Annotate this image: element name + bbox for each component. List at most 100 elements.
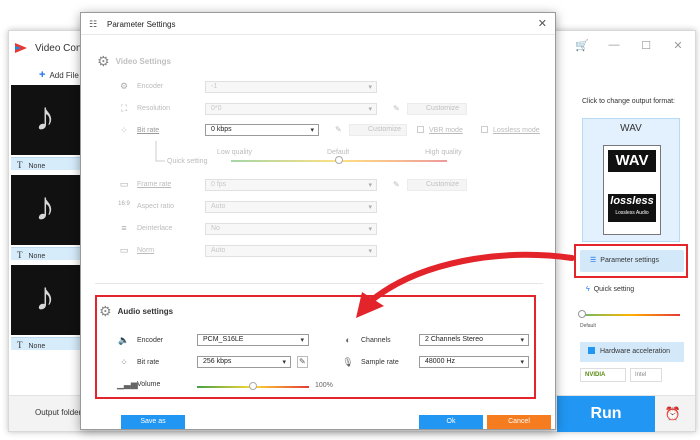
format-name: WAV [620, 123, 642, 134]
framerate-customize-button[interactable]: Customize [407, 179, 467, 191]
audio-encoder-select[interactable]: PCM_S16LE [197, 334, 309, 346]
lightning-icon: ϟ [586, 286, 590, 293]
video-encoder-select[interactable]: -1 [205, 81, 377, 93]
alarm-clock-icon[interactable]: ⏰ [665, 406, 681, 422]
sample-rate-select[interactable]: 48000 Hz [419, 356, 529, 368]
aspect-ratio-label: Aspect ratio [137, 203, 174, 210]
hardware-acceleration-label: Hardware acceleration [600, 348, 671, 355]
cart-icon[interactable]: 🛒 [575, 39, 589, 52]
parameter-settings-dialog: ☷ Parameter Settings ✕ ⚙ Video Settings ⚙… [80, 12, 556, 430]
framerate-select[interactable]: 0 fps [205, 179, 377, 191]
pencil-icon[interactable]: ✎ [297, 356, 308, 368]
ok-button[interactable]: Ok [419, 415, 483, 429]
lossless-logo-text: lossless [610, 195, 654, 207]
pencil-icon: ✎ [335, 125, 342, 134]
high-quality-label: High quality [425, 149, 462, 156]
dialog-title: Parameter Settings [107, 20, 176, 29]
add-files-button[interactable]: + Add File [39, 69, 79, 81]
channels-select[interactable]: 2 Channels Stereo [419, 334, 529, 346]
lossless-badge: lossless Lossless Audio [608, 194, 656, 222]
slider-knob[interactable] [249, 382, 257, 390]
output-folder-label: Output folder: [35, 408, 84, 417]
channels-label: Channels [361, 337, 391, 344]
checkbox-icon [588, 347, 595, 354]
quick-setting-toggle[interactable]: ϟ Quick setting [586, 286, 634, 293]
cancel-button[interactable]: Cancel [487, 415, 551, 429]
default-quality-label: Default [327, 149, 350, 156]
format-badge: WAV [608, 150, 656, 172]
quality-slider[interactable] [578, 310, 680, 318]
deinterlace-label: Deinterlace [137, 225, 173, 232]
audio-settings-label: Audio settings [117, 307, 174, 316]
bitrate-icon: ⁘ [120, 357, 128, 367]
bitrate-label: Bit rate [137, 127, 160, 134]
deinterlace-icon: ≡ [121, 223, 127, 233]
subtitle-selector[interactable]: T None [11, 337, 89, 350]
resolution-select[interactable]: 0*0 [205, 103, 377, 115]
file-thumbnail[interactable]: ♪ [11, 85, 89, 155]
encoder-icon: ⚙ [119, 81, 129, 91]
run-button[interactable]: Run [557, 396, 655, 432]
music-note-icon: ♪ [35, 275, 55, 319]
slider-knob[interactable] [578, 310, 586, 318]
volume-bars-icon: ▁▃▅ [117, 379, 138, 389]
norm-select[interactable]: Auto [205, 245, 377, 257]
video-bitrate-select[interactable]: 0 kbps [205, 124, 319, 136]
subtitle-selector[interactable]: T None [11, 157, 89, 170]
audio-gear-icon: ⚙ [99, 303, 112, 319]
dialog-close-icon[interactable]: ✕ [538, 17, 547, 30]
settings-sliders-icon: ☷ [89, 19, 98, 29]
minimize-icon[interactable]: — [607, 39, 621, 52]
bitrate-customize-button[interactable]: Customize [349, 124, 407, 136]
text-icon: T [17, 340, 23, 350]
parameter-settings-button[interactable]: ☰ Parameter settings [580, 250, 684, 272]
subtitle-selector[interactable]: T None [11, 247, 89, 260]
volume-slider[interactable] [197, 382, 309, 390]
volume-value: 100% [315, 382, 333, 389]
lossless-sub-text: Lossless Audio [615, 210, 649, 216]
music-note-icon: ♪ [35, 185, 55, 229]
wav-format-icon: WAV lossless Lossless Audio [603, 145, 661, 235]
output-format-caption: Click to change output format: [582, 98, 675, 105]
hardware-acceleration-toggle[interactable]: Hardware acceleration [580, 342, 684, 362]
video-quality-slider[interactable] [231, 156, 447, 164]
parameter-settings-highlight: ☰ Parameter settings [574, 244, 688, 278]
microphone-icon: 🎙 [342, 357, 354, 367]
close-icon[interactable]: ✕ [671, 39, 685, 52]
text-icon: T [17, 250, 23, 260]
vbr-mode-checkbox[interactable]: VBR mode [417, 126, 463, 134]
resolution-customize-button[interactable]: Customize [407, 103, 467, 115]
framerate-icon: ▭ [119, 179, 129, 189]
low-quality-label: Low quality [217, 149, 253, 156]
speaker-icon: 🔈 [118, 335, 130, 345]
aspect-ratio-select[interactable]: Auto [205, 201, 377, 213]
maximize-icon[interactable]: ☐ [639, 39, 653, 52]
pencil-icon: ✎ [393, 180, 400, 189]
encoder-label: Encoder [137, 83, 164, 90]
audio-bitrate-select[interactable]: 256 kbps [197, 356, 291, 368]
slider-knob[interactable] [335, 156, 343, 164]
vbr-mode-label: VBR mode [429, 127, 463, 134]
audio-settings-heading: ⚙ Audio settings [99, 303, 173, 320]
music-note-icon: ♪ [35, 95, 55, 139]
file-thumbnail[interactable]: ♪ [11, 175, 89, 245]
save-as-button[interactable]: Save as [121, 415, 185, 429]
plus-icon: + [39, 69, 46, 81]
audio-bitrate-label: Bit rate [137, 359, 160, 366]
norm-label: Norm [137, 247, 155, 254]
dialog-button-bar: Save as Ok Cancel [81, 413, 555, 429]
text-icon: T [17, 160, 23, 170]
file-thumbnail[interactable]: ♪ [11, 265, 89, 335]
lossless-mode-checkbox[interactable]: Lossless mode [481, 126, 540, 134]
quick-setting-label: Quick setting [167, 158, 208, 165]
video-gear-icon: ⚙ [97, 53, 110, 69]
default-label: Default [580, 323, 596, 329]
checkbox-icon [417, 126, 424, 133]
deinterlace-select[interactable]: No [205, 223, 377, 235]
output-format-card[interactable]: WAV WAV lossless Lossless Audio [582, 118, 680, 242]
subtitle-value: None [28, 343, 46, 350]
sliders-icon: ☰ [590, 257, 597, 264]
dialog-titlebar: ☷ Parameter Settings ✕ [81, 13, 555, 35]
subtitle-value: None [28, 253, 46, 260]
app-top-icons: ⚲ 🛒 — ☐ ✕ [543, 39, 685, 52]
